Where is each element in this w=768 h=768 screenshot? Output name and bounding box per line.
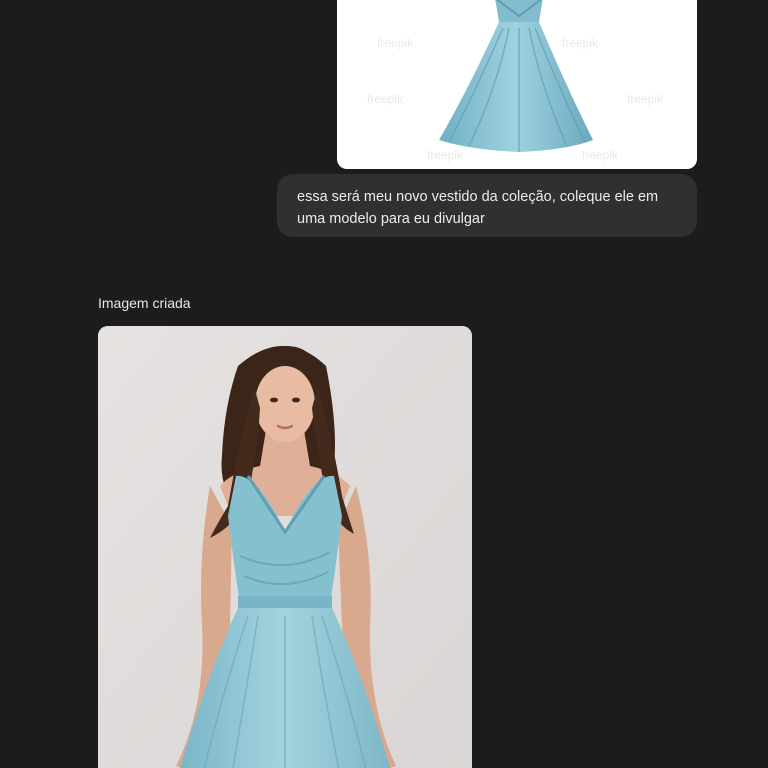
watermark-text: freepik [562, 36, 599, 50]
watermark-text: freepik [377, 36, 414, 50]
dress-illustration [439, 0, 593, 152]
chat-thread: freepik freepik freepik freepik freepik … [0, 0, 768, 768]
watermark-text: freepik [582, 148, 619, 162]
watermark-text: freepik [367, 92, 404, 106]
watermark-text: freepik [627, 92, 664, 106]
uploaded-dress-image[interactable]: freepik freepik freepik freepik freepik … [337, 0, 697, 169]
user-message-bubble: essa será meu novo vestido da coleção, c… [277, 174, 697, 237]
image-created-label: Imagem criada [98, 295, 191, 311]
model-illustration [98, 326, 472, 768]
watermark-text: freepik [427, 148, 464, 162]
generated-model-image[interactable] [98, 326, 472, 768]
